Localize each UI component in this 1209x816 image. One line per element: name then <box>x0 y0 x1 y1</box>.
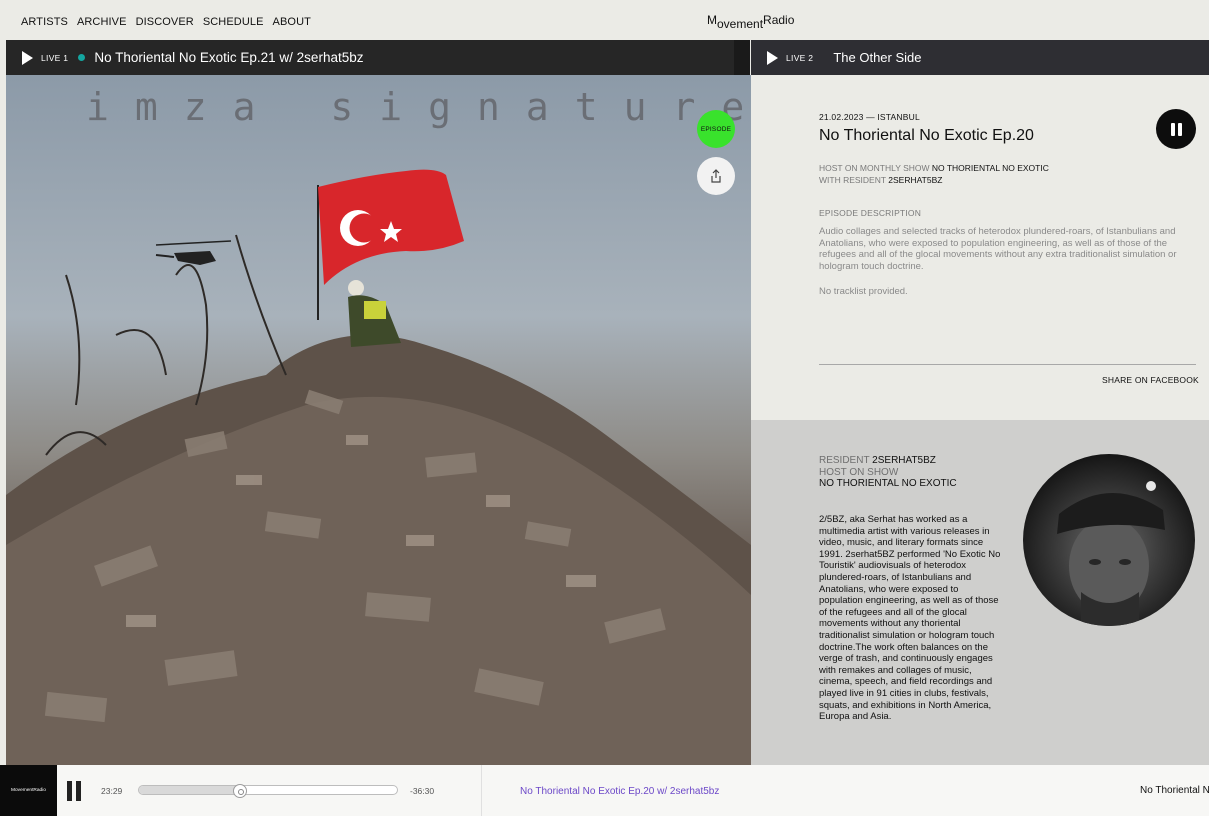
logo-m: M <box>707 13 717 27</box>
episode-meta: HOST ON MONTHLY SHOW NO THORIENTAL NO EX… <box>819 162 1049 186</box>
nav-schedule[interactable]: SCHEDULE <box>203 16 264 28</box>
description-label: EPISODE DESCRIPTION <box>819 208 922 218</box>
live2-bar[interactable]: LIVE 2 The Other Side <box>751 40 1209 75</box>
share-button[interactable] <box>697 157 735 195</box>
live1-title[interactable]: No Thoriental No Exotic Ep.21 w/ 2serhat… <box>94 50 363 65</box>
player-logo-ovement: ovement <box>15 788 34 793</box>
play-icon[interactable] <box>767 50 778 65</box>
live2-tag: LIVE 2 <box>786 52 814 63</box>
player-logo[interactable]: Movement Radio <box>0 765 57 816</box>
now-playing-title[interactable]: No Thoriental No Exotic Ep.20 w/ 2serhat… <box>520 786 719 797</box>
artwork-overlay-text: imza signature <box>86 85 751 129</box>
top-nav: ARTISTS ARCHIVE DISCOVER SCHEDULE ABOUT … <box>0 0 1209 40</box>
player-divider <box>481 765 482 816</box>
nav-links: ARTISTS ARCHIVE DISCOVER SCHEDULE ABOUT <box>21 16 311 28</box>
episode-panel: 21.02.2023 — ISTANBUL No Thoriental No E… <box>751 75 1209 420</box>
episode-description: Audio collages and selected tracks of he… <box>819 226 1177 272</box>
resident-name[interactable]: 2SERHAT5BZ <box>872 455 936 466</box>
live2-title[interactable]: The Other Side <box>833 50 921 65</box>
resident-panel: RESIDENT 2SERHAT5BZ HOST ON SHOW NO THOR… <box>751 420 1209 765</box>
live1-bar-edge <box>734 40 750 75</box>
avatar-portrait <box>1057 481 1165 626</box>
resident-label: RESIDENT <box>819 455 870 466</box>
resident-show-link[interactable]: NO THORIENTAL NO EXOTIC <box>819 478 957 489</box>
logo-ovement: ovement <box>717 17 764 31</box>
resident-avatar <box>1023 454 1195 626</box>
progress-slider[interactable] <box>138 784 398 798</box>
site-logo[interactable]: MovementRadio <box>707 13 794 31</box>
pause-icon <box>76 781 81 801</box>
slider-handle[interactable] <box>232 784 247 798</box>
host-label: HOST ON MONTHLY SHOW <box>819 163 930 173</box>
play-icon[interactable] <box>22 50 33 65</box>
episode-button[interactable]: EPISODE <box>697 110 735 148</box>
resident-bio: 2/5BZ, aka Serhat has worked as a multim… <box>819 514 1001 723</box>
live1-tag: LIVE 1 <box>41 52 69 63</box>
pause-icon <box>1177 122 1182 136</box>
episode-title: No Thoriental No Exotic Ep.20 <box>819 127 1034 144</box>
host-on-show-label: HOST ON SHOW <box>819 466 899 478</box>
pause-button[interactable] <box>1156 109 1196 149</box>
artwork-illustration <box>6 169 751 765</box>
now-playing-ticker[interactable]: No Thoriental No Exotic Ep.20 <box>1140 785 1209 796</box>
live1-bar[interactable]: LIVE 1 No Thoriental No Exotic Ep.21 w/ … <box>6 40 734 75</box>
divider <box>819 364 1196 365</box>
player-pause-button[interactable] <box>67 781 81 801</box>
resident-link[interactable]: 2SERHAT5BZ <box>888 175 942 185</box>
pause-icon <box>67 781 72 801</box>
elapsed-time: 23:29 <box>101 786 123 796</box>
episode-artwork: imza signature <box>6 75 751 765</box>
resident-header: RESIDENT 2SERHAT5BZ HOST ON SHOW NO THOR… <box>819 455 957 490</box>
tracklist-text: No tracklist provided. <box>819 286 908 297</box>
episode-date: 21.02.2023 — ISTANBUL <box>819 112 920 122</box>
bottom-player: Movement Radio 23:29 -36:30 No Thoriental… <box>0 765 1209 816</box>
nav-archive[interactable]: ARCHIVE <box>77 16 127 28</box>
host-show-link[interactable]: NO THORIENTAL NO EXOTIC <box>932 163 1049 173</box>
share-icon <box>711 169 721 183</box>
logo-radio: Radio <box>763 13 795 27</box>
progress-fill <box>139 786 240 794</box>
nav-artists[interactable]: ARTISTS <box>21 16 68 28</box>
live-dot-icon <box>78 54 86 61</box>
nav-discover[interactable]: DISCOVER <box>136 16 194 28</box>
player-logo-radio: Radio <box>33 788 46 793</box>
pause-icon <box>1170 122 1175 136</box>
nav-about[interactable]: ABOUT <box>273 16 311 28</box>
remaining-time: -36:30 <box>410 786 435 796</box>
resident-label: WITH RESIDENT <box>819 175 886 185</box>
share-facebook-link[interactable]: SHARE ON FACEBOOK <box>1102 375 1199 385</box>
